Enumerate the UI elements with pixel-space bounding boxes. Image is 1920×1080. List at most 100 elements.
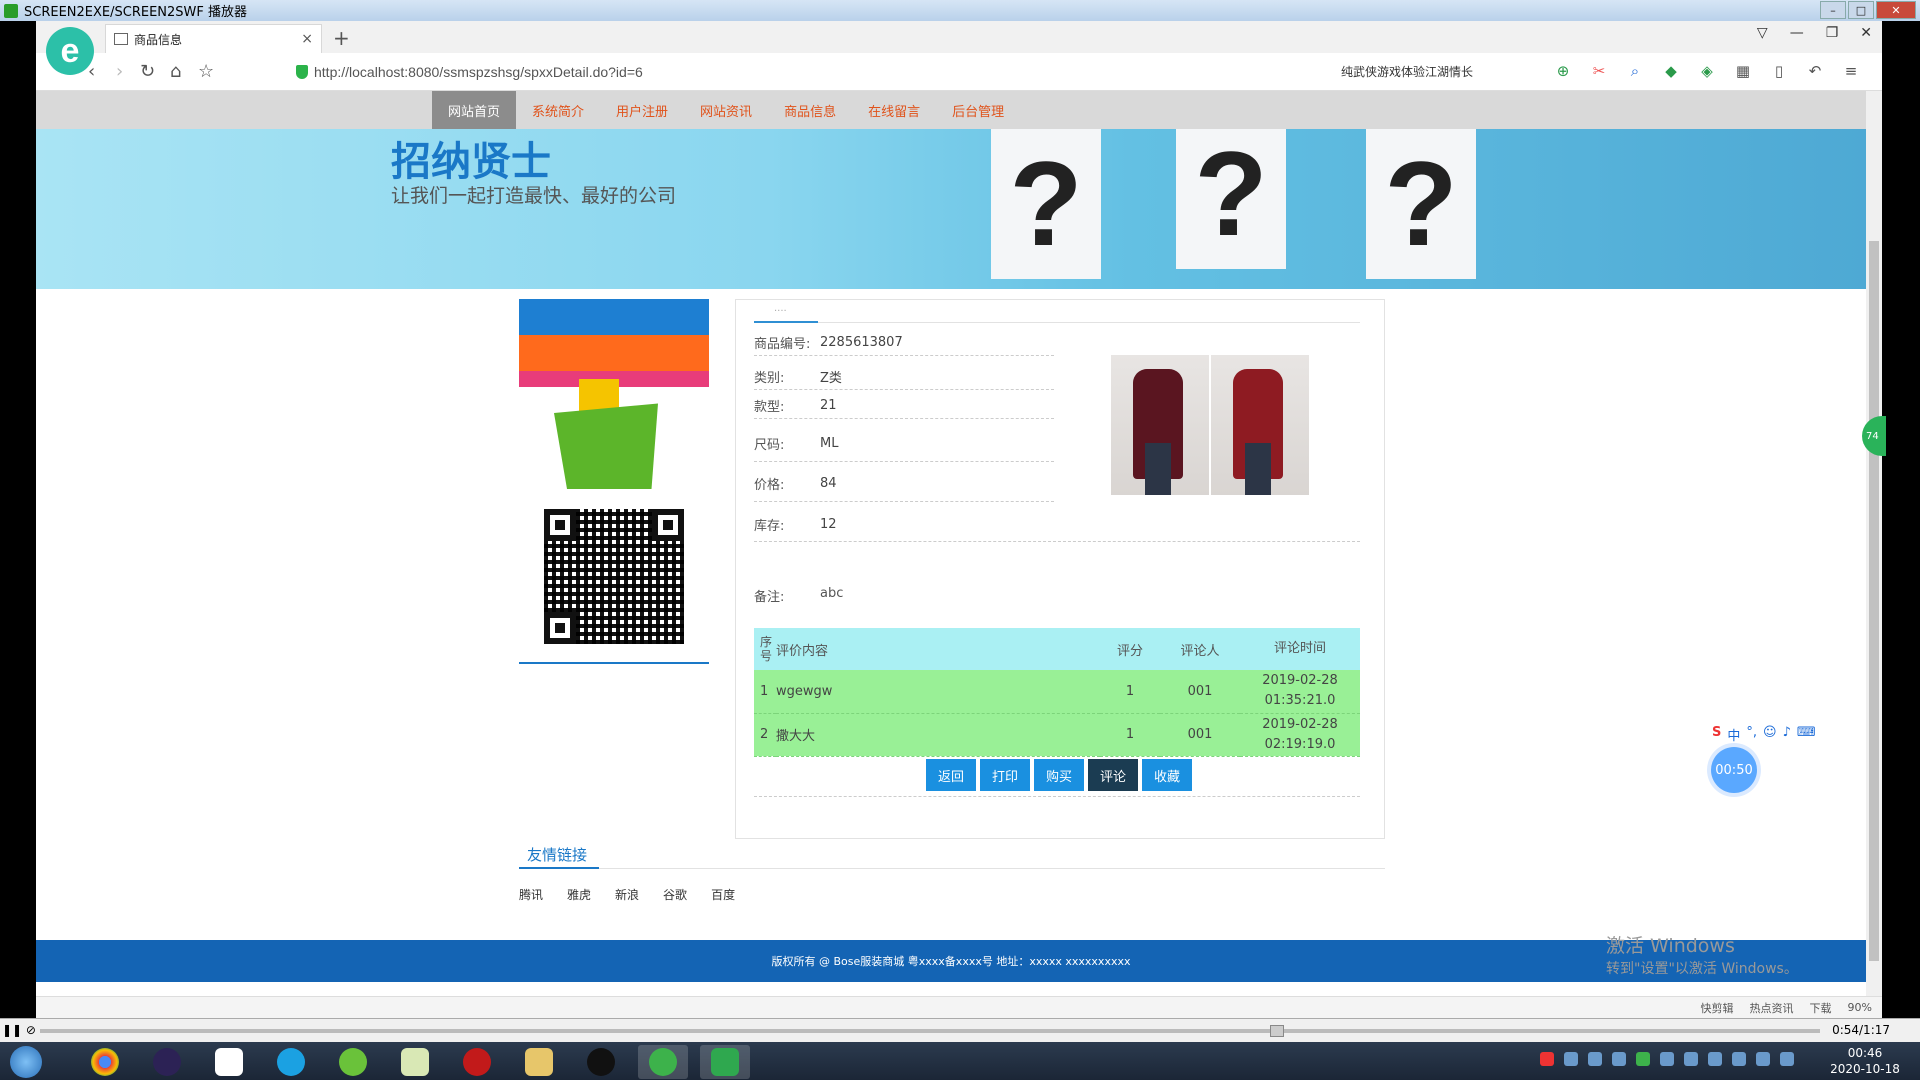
link-sina[interactable]: 新浪: [615, 886, 639, 903]
star-icon[interactable]: ☆: [198, 61, 214, 82]
flash-icon[interactable]: [452, 1045, 502, 1079]
nav-register[interactable]: 用户注册: [600, 91, 684, 129]
product-photo-right: [1211, 355, 1309, 495]
banner-title: 招纳贤士: [391, 139, 551, 185]
close-icon[interactable]: ✕: [1860, 25, 1872, 41]
tab-close-icon[interactable]: ×: [301, 31, 313, 47]
emoji-icon[interactable]: ☺: [1763, 725, 1777, 744]
field-value: abc: [820, 586, 844, 601]
close-icon[interactable]: ✕: [1876, 1, 1916, 19]
field-label: 尺码:: [754, 438, 785, 453]
seek-track[interactable]: [40, 1029, 1820, 1033]
status-item[interactable]: 热点资讯: [1750, 1000, 1794, 1016]
refresh-icon[interactable]: ↻: [140, 61, 155, 82]
clock[interactable]: 00:46 2020-10-18: [1820, 1045, 1910, 1077]
nav-products[interactable]: 商品信息: [768, 91, 852, 129]
shield-icon[interactable]: ◈: [1698, 62, 1716, 80]
explorer-icon[interactable]: [514, 1045, 564, 1079]
nav-admin[interactable]: 后台管理: [936, 91, 1020, 129]
player-title: SCREEN2EXE/SCREEN2SWF 播放器: [24, 5, 247, 20]
nav-intro[interactable]: 系统简介: [516, 91, 600, 129]
field-value: 21: [820, 398, 837, 413]
tray-icon[interactable]: [1684, 1052, 1698, 1066]
start-button[interactable]: [10, 1046, 42, 1078]
scissors-icon[interactable]: ✂: [1590, 62, 1608, 80]
nav-message[interactable]: 在线留言: [852, 91, 936, 129]
notepad-icon[interactable]: [390, 1045, 440, 1079]
undo-icon[interactable]: ↶: [1806, 62, 1824, 80]
tray-icon[interactable]: [1708, 1052, 1722, 1066]
qr-eye: [652, 509, 684, 541]
comment-button[interactable]: 评论: [1088, 759, 1138, 791]
link-google[interactable]: 谷歌: [663, 886, 687, 903]
comments-table: 序号 评价内容 评分 评论人 评论时间 1 wgewgw 1 001 2019-…: [754, 628, 1360, 757]
cell-user: 001: [1160, 713, 1240, 757]
buy-button[interactable]: 购买: [1034, 759, 1084, 791]
status-item[interactable]: 快剪辑: [1701, 1000, 1734, 1016]
wechat-icon[interactable]: [638, 1045, 688, 1079]
url-field[interactable]: http://localhost:8080/ssmspzshsg/spxxDet…: [296, 59, 1306, 85]
link-yahoo[interactable]: 雅虎: [567, 886, 591, 903]
browser-icon[interactable]: [266, 1045, 316, 1079]
scroll-thumb[interactable]: [1869, 241, 1879, 961]
screen2exe-icon[interactable]: [700, 1045, 750, 1079]
eclipse-icon[interactable]: [142, 1045, 192, 1079]
restore-icon[interactable]: ❐: [1826, 25, 1839, 41]
search-icon[interactable]: ⌕: [1626, 62, 1644, 80]
baidu-netdisk-icon[interactable]: [204, 1045, 254, 1079]
search-suggestion[interactable]: 纯武侠游戏体验江湖情长: [1341, 63, 1473, 80]
apps-icon[interactable]: ▦: [1734, 62, 1752, 80]
forward-icon[interactable]: ›: [116, 61, 123, 82]
tray-icon[interactable]: [1588, 1052, 1602, 1066]
network-icon[interactable]: [1780, 1052, 1794, 1066]
home-icon[interactable]: ⌂: [170, 61, 181, 82]
tray-icon[interactable]: [1564, 1052, 1578, 1066]
tray-icon[interactable]: [1660, 1052, 1674, 1066]
zoom-level[interactable]: 90%: [1848, 1001, 1872, 1014]
nav-home[interactable]: 网站首页: [432, 91, 517, 129]
ime-mode[interactable]: 中: [1727, 725, 1740, 744]
qq-icon[interactable]: [576, 1045, 626, 1079]
minimize-icon[interactable]: –: [1820, 1, 1846, 19]
minimize-icon[interactable]: —: [1790, 25, 1804, 41]
tray-icon[interactable]: [1732, 1052, 1746, 1066]
playback-time: 0:54/1:17: [1832, 1023, 1890, 1037]
print-button[interactable]: 打印: [980, 759, 1030, 791]
leg-image: [1145, 443, 1171, 495]
ime-toolbar[interactable]: S 中 °, ☺ ♪ ⌨: [1708, 723, 1820, 746]
back-button[interactable]: 返回: [926, 759, 976, 791]
punct-icon[interactable]: °,: [1746, 725, 1757, 744]
link-baidu[interactable]: 百度: [711, 886, 735, 903]
tray-icon[interactable]: [1612, 1052, 1626, 1066]
new-tab-icon[interactable]: +: [333, 26, 350, 50]
volume-icon[interactable]: [1756, 1052, 1770, 1066]
section-title-placeholder: ····: [774, 306, 787, 317]
translate-icon[interactable]: ⊕: [1554, 62, 1572, 80]
maximize-icon[interactable]: □: [1848, 1, 1874, 19]
chrome-icon[interactable]: [80, 1045, 130, 1079]
keyboard-icon[interactable]: ⌨: [1797, 725, 1816, 744]
menu-icon[interactable]: ≡: [1842, 62, 1860, 80]
favorite-button[interactable]: 收藏: [1142, 759, 1192, 791]
product-photo[interactable]: [1111, 355, 1309, 495]
status-item[interactable]: 下载: [1810, 1000, 1832, 1016]
tray-icon[interactable]: [1540, 1052, 1554, 1066]
mic-icon[interactable]: ♪: [1783, 725, 1791, 744]
field-price: 价格: 84: [754, 466, 1054, 502]
game-icon[interactable]: ◆: [1662, 62, 1680, 80]
link-tencent[interactable]: 腾讯: [519, 886, 543, 903]
360-icon[interactable]: [328, 1045, 378, 1079]
recording-timer[interactable]: 00:50: [1711, 747, 1757, 793]
nav-news[interactable]: 网站资讯: [684, 91, 768, 129]
vertical-scrollbar[interactable]: [1866, 91, 1882, 996]
bookmark-icon[interactable]: ▯: [1770, 62, 1788, 80]
tray-icon[interactable]: [1636, 1052, 1650, 1066]
field-style: 款型: 21: [754, 393, 1054, 419]
skin-icon[interactable]: ▽: [1757, 25, 1768, 41]
pause-icon[interactable]: ❚❚ ⊘: [2, 1023, 36, 1037]
section-underline: [519, 867, 599, 869]
player-logo-icon: [4, 3, 18, 18]
seek-knob[interactable]: [1270, 1025, 1284, 1037]
tab-product-info[interactable]: 商品信息 ×: [105, 24, 322, 53]
security-shield-icon: [296, 65, 308, 79]
